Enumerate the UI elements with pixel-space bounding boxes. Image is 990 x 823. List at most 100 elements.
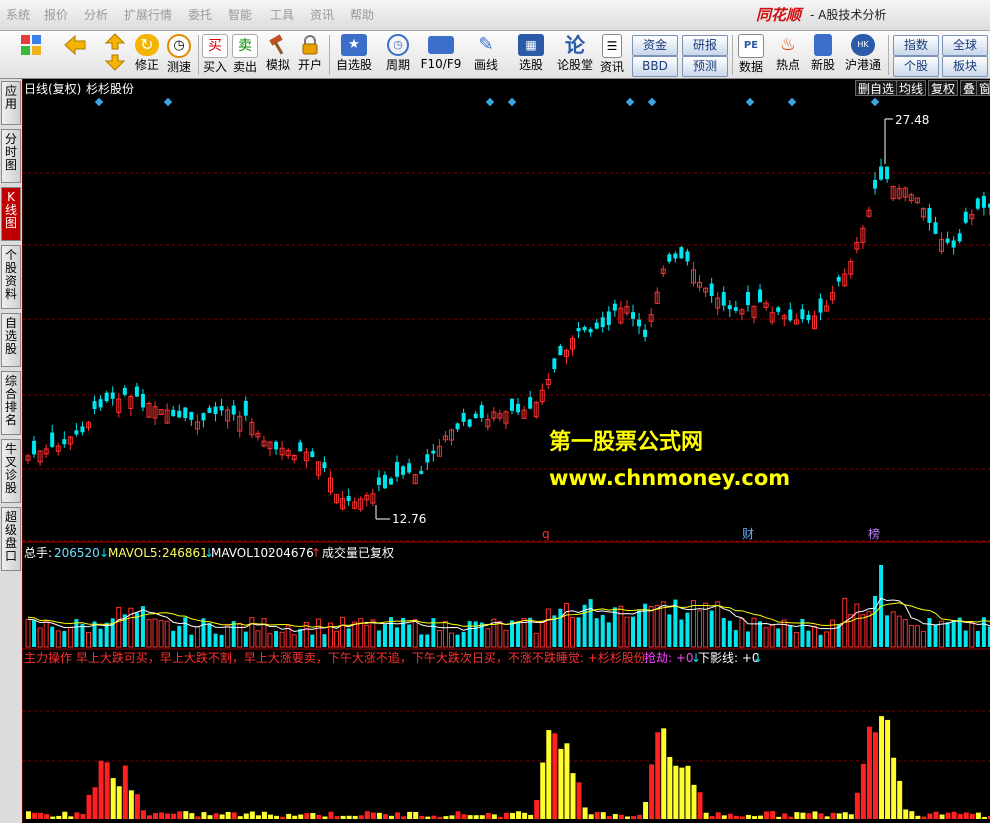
volume-bar xyxy=(213,633,218,647)
menu-smart[interactable]: 智能 xyxy=(228,0,252,30)
candle-body xyxy=(945,238,950,243)
indicator-bar xyxy=(128,790,134,819)
indicator-bar xyxy=(395,812,401,819)
watchlist-button[interactable]: ★ 自选股 xyxy=(332,33,376,77)
menu-tools[interactable]: 工具 xyxy=(270,0,294,30)
indicator-bar xyxy=(74,812,80,819)
indicator-bar xyxy=(122,765,128,819)
indicator-bar xyxy=(830,812,836,819)
candle-body xyxy=(879,166,884,180)
sidebar-tab-timeshare[interactable]: 分时图 xyxy=(1,129,21,183)
indicator-bar xyxy=(733,815,739,819)
index-button[interactable]: 指数 xyxy=(893,35,939,56)
menu-analysis[interactable]: 分析 xyxy=(84,0,108,30)
buy-button[interactable]: 买 买入 xyxy=(201,33,229,77)
window-button[interactable]: 窗 xyxy=(976,80,990,96)
volume-bar xyxy=(594,618,599,647)
forecast-button[interactable]: 预测 xyxy=(682,56,728,77)
restore-rights-button[interactable]: 复权 xyxy=(928,80,959,96)
sidebar-tab-diagnosis[interactable]: 牛叉诊股 xyxy=(1,439,21,503)
candle-body xyxy=(637,319,642,327)
simulate-button[interactable]: 模拟 xyxy=(263,33,293,77)
draw-line-button[interactable]: ✎ 画线 xyxy=(466,33,506,77)
bbd-button[interactable]: BBD xyxy=(632,56,678,77)
indicator-bar xyxy=(981,816,987,819)
event-marker-finance[interactable]: 财 xyxy=(742,527,754,541)
indicator-bar xyxy=(873,732,878,819)
sidebar-tab-watchlist[interactable]: 自选股 xyxy=(1,313,21,367)
volume-bar xyxy=(243,631,248,647)
toolbar-separator xyxy=(888,35,889,75)
indicator-bar xyxy=(770,811,776,819)
indicator-bar xyxy=(171,813,177,819)
candle-body xyxy=(806,314,811,321)
indicator-bar xyxy=(243,813,249,819)
volume-bar xyxy=(395,627,400,647)
global-button[interactable]: 全球 xyxy=(942,35,988,56)
sell-button[interactable]: 卖 卖出 xyxy=(231,33,259,77)
speed-test-button[interactable]: ◷ 测速 xyxy=(164,33,194,77)
indicator-bar xyxy=(721,815,727,819)
hotspot-button[interactable]: ♨ 热点 xyxy=(772,33,804,77)
volume-bar xyxy=(552,615,557,647)
menu-news[interactable]: 资讯 xyxy=(310,0,334,30)
up-down-button[interactable] xyxy=(100,33,130,77)
indicator-bar xyxy=(110,778,116,819)
stock-button[interactable]: 个股 xyxy=(893,56,939,77)
volume-bar xyxy=(873,595,877,647)
sidebar-tab-profile[interactable]: 个股资料 xyxy=(1,245,21,309)
indicator-bar xyxy=(407,811,413,819)
new-stock-button[interactable]: 新股 xyxy=(808,33,838,77)
period-button[interactable]: ◷ 周期 xyxy=(380,33,416,77)
indicator-bar xyxy=(624,816,630,819)
ma-button[interactable]: 均线 xyxy=(896,80,927,96)
data-button[interactable]: PE 数据 xyxy=(736,33,766,77)
back-button[interactable] xyxy=(58,33,92,77)
candle-body xyxy=(231,405,236,415)
volume-bar xyxy=(933,624,938,647)
forum-button[interactable]: 论 论股堂 xyxy=(556,33,594,77)
volume-bar xyxy=(788,625,793,647)
f10-button[interactable]: F10/F9 xyxy=(420,33,462,77)
indicator-bar xyxy=(709,816,715,819)
volume-bar xyxy=(951,620,956,647)
volume-bar xyxy=(721,617,726,647)
sidebar-tab-apps[interactable]: 应用 xyxy=(1,81,21,125)
app-title: - A股技术分析 xyxy=(810,8,887,22)
indicator-bar xyxy=(588,814,594,819)
kline-chart-area[interactable]: 27.48 12.76 q 财 榜 日线(复权) 杉杉股份 总手: 206520… xyxy=(22,79,990,823)
hk-connect-button[interactable]: HK 沪港通 xyxy=(842,33,884,77)
indicator-bar xyxy=(467,815,473,819)
research-button[interactable]: 研报 xyxy=(682,35,728,56)
volume-total-label: 总手: xyxy=(24,546,52,560)
menu-quote[interactable]: 报价 xyxy=(44,0,68,30)
indicator-bar xyxy=(758,815,764,819)
volume-bar xyxy=(401,617,406,647)
menu-help[interactable]: 帮助 xyxy=(350,0,374,30)
volume-bar xyxy=(612,607,617,647)
funds-button[interactable]: 资金 xyxy=(632,35,678,56)
info-button[interactable]: ☰ 资讯 xyxy=(598,33,626,77)
sidebar-tab-ranking[interactable]: 综合排名 xyxy=(1,371,21,435)
sector-button[interactable]: 板块 xyxy=(942,56,988,77)
clock-icon: ◷ xyxy=(167,34,191,58)
open-account-button[interactable]: 开户 xyxy=(295,33,325,77)
sidebar-tab-kline[interactable]: K线图 xyxy=(1,187,21,241)
candle-body xyxy=(425,454,430,463)
stock-select-button[interactable]: ▦ 选股 xyxy=(510,33,552,77)
indicator-bar xyxy=(679,767,685,819)
event-marker-ranking[interactable]: 榜 xyxy=(868,526,880,541)
menu-entrust[interactable]: 委托 xyxy=(188,0,212,30)
event-marker-q[interactable]: q xyxy=(542,527,550,541)
volume-bar xyxy=(231,621,236,647)
volume-bar xyxy=(50,626,55,647)
sidebar-tab-super-order[interactable]: 超级盘口 xyxy=(1,507,21,571)
indicator-bar xyxy=(431,815,437,819)
revise-button[interactable]: ↻ 修正 xyxy=(132,33,162,77)
remove-watchlist-button[interactable]: 删自选 xyxy=(855,80,898,96)
menu-system[interactable]: 系统 xyxy=(6,0,30,30)
indicator-bar xyxy=(364,811,370,819)
menu-ext-quote[interactable]: 扩展行情 xyxy=(124,0,172,30)
grid-button[interactable] xyxy=(14,33,48,77)
indicator-bar xyxy=(346,815,352,819)
